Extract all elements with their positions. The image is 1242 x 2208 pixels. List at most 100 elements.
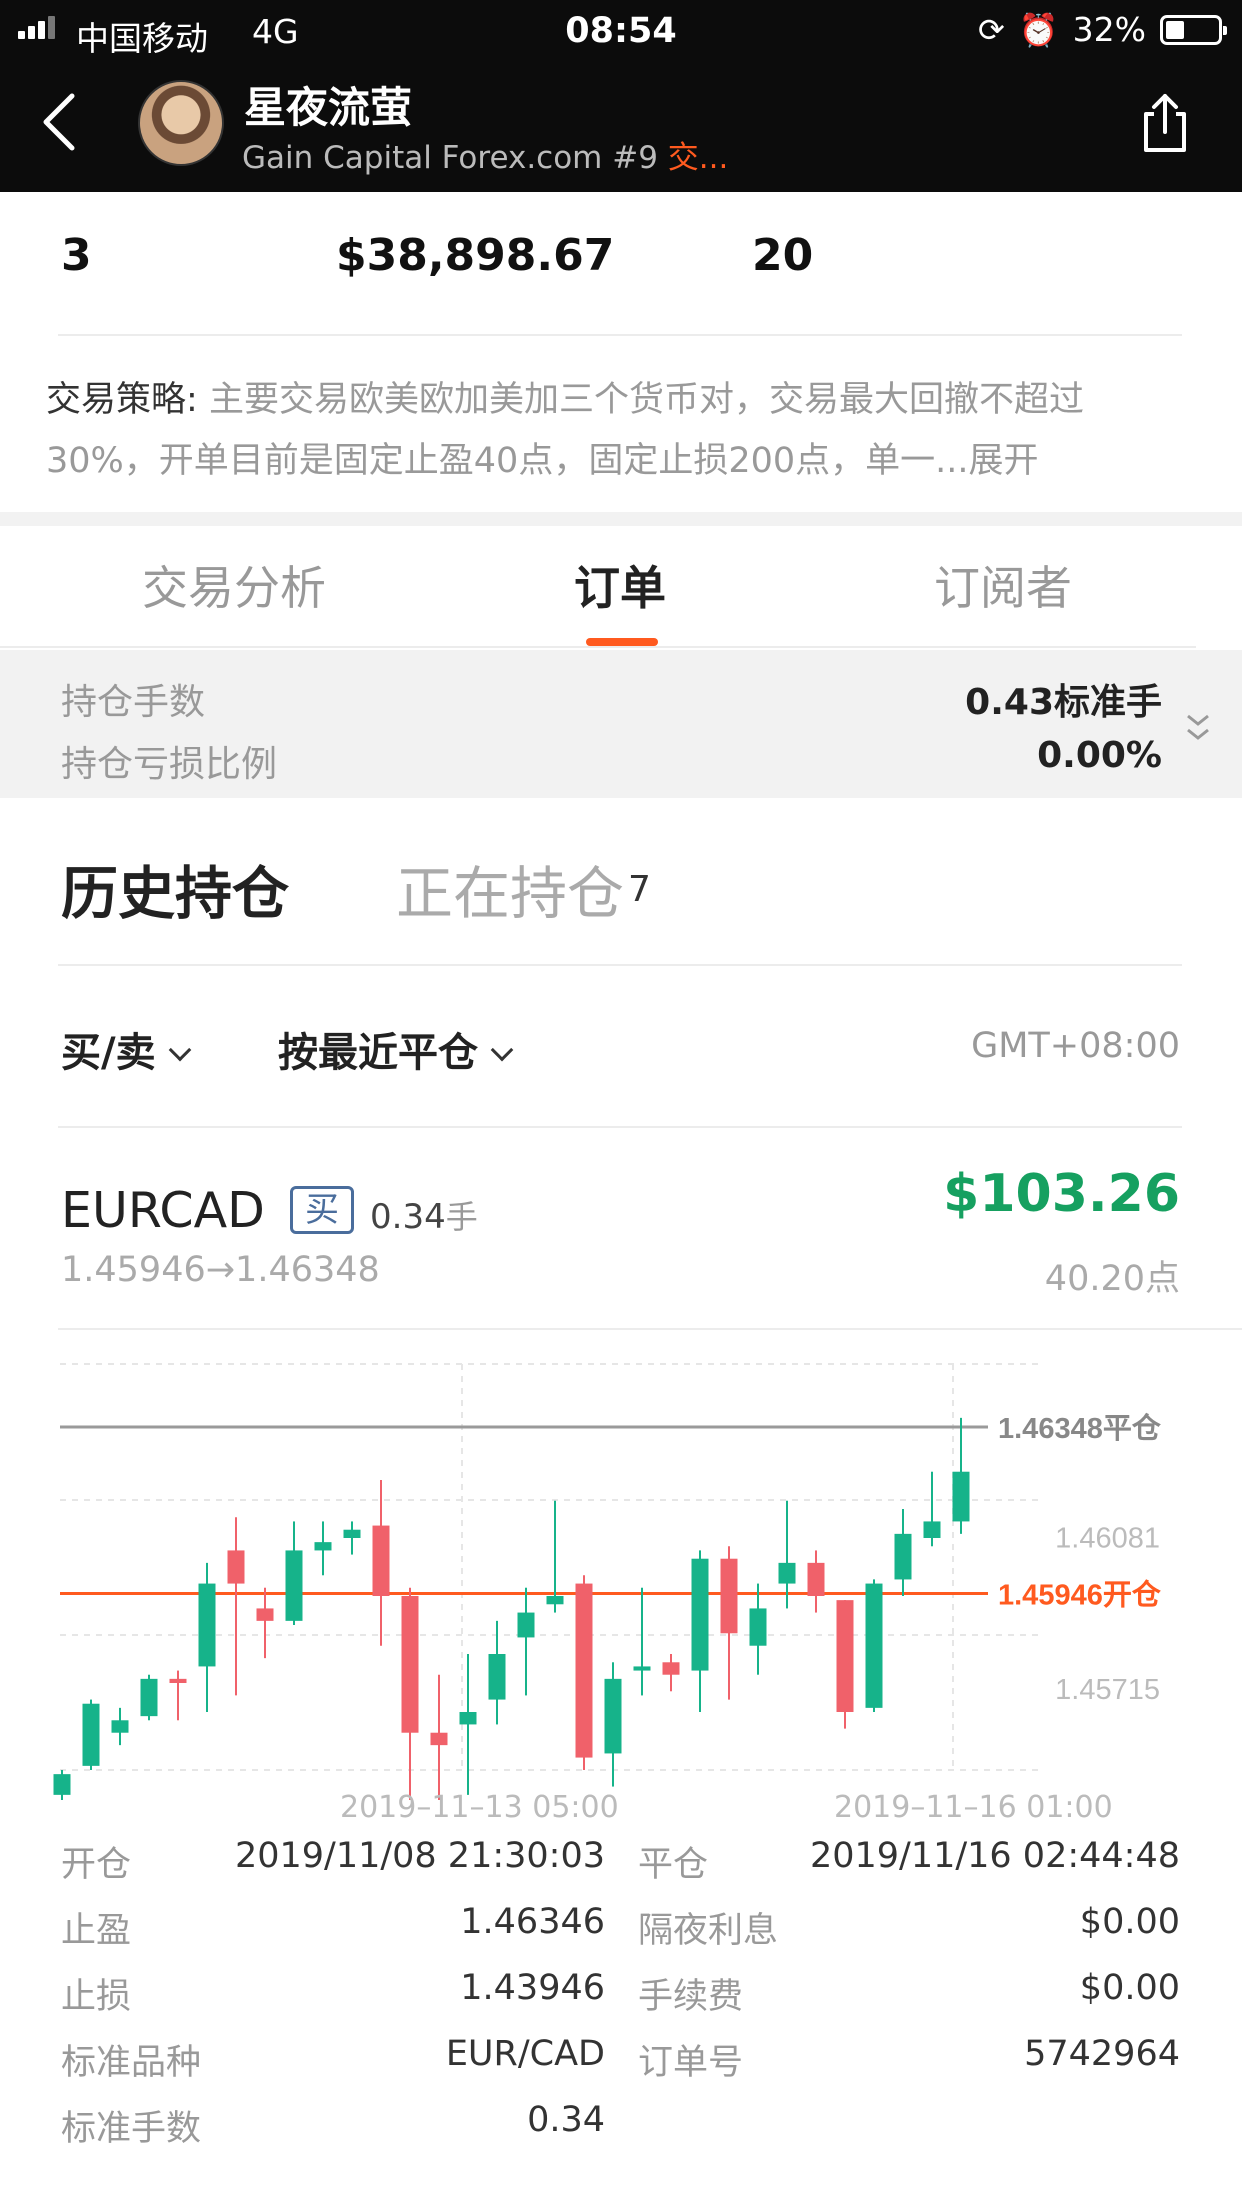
candle-up bbox=[517, 1612, 535, 1638]
chevron-down-icon bbox=[168, 1038, 191, 1062]
alarm-icon: ⏰ bbox=[1018, 10, 1059, 49]
reference-line-label: 1.46348平仓 bbox=[998, 1412, 1162, 1445]
trader-name: 星夜流萤 bbox=[244, 83, 413, 132]
order-points: 40.20点 bbox=[1044, 1259, 1180, 1299]
side-filter[interactable]: 买/卖 bbox=[61, 1020, 191, 1078]
divider bbox=[58, 1126, 1182, 1128]
rotation-lock-icon: ⟳ bbox=[977, 10, 1005, 49]
tab-subscribers[interactable]: 订阅者 bbox=[934, 552, 1072, 618]
status-bar: 中国移动 4G 08:54 ⟳ ⏰ 32% bbox=[0, 0, 1242, 62]
candle-down bbox=[662, 1662, 680, 1675]
stat-value: 20 bbox=[752, 230, 814, 281]
tab-orders[interactable]: 订单 bbox=[574, 552, 666, 618]
chevron-down-icon bbox=[490, 1038, 514, 1062]
detail-value: $0.00 bbox=[1079, 1968, 1180, 2008]
candle-down bbox=[807, 1562, 825, 1596]
side-badge: 买 bbox=[290, 1186, 354, 1234]
candle-up bbox=[894, 1533, 912, 1580]
detail-label: 止损 bbox=[61, 1977, 132, 2017]
divider bbox=[58, 964, 1182, 966]
candle-up bbox=[633, 1666, 651, 1671]
candle-up bbox=[749, 1608, 767, 1646]
candle-up bbox=[546, 1596, 564, 1605]
lots-value: 0.34 bbox=[370, 1197, 446, 1237]
x-tick-label: 2019–11–16 01:00 bbox=[834, 1790, 1113, 1825]
reference-line-label: 1.45946开仓 bbox=[998, 1579, 1162, 1612]
summary-value: 0.00% bbox=[1037, 735, 1162, 776]
candle-up bbox=[285, 1550, 303, 1621]
account-name: Gain Capital Forex.com #9 bbox=[242, 140, 658, 176]
detail-value: 5742964 bbox=[1024, 2034, 1180, 2074]
strategy-text: 交易策略: 主要交易欧美欧加美加三个货币对，交易最大回撤不超过30%，开单目前是… bbox=[46, 370, 1186, 492]
tab-open-label: 正在持仓 bbox=[396, 861, 624, 927]
detail-label: 订单号 bbox=[638, 2043, 744, 2083]
order-lots: 0.34手 bbox=[370, 1192, 478, 1238]
order-pnl: $103.26 bbox=[943, 1164, 1180, 1224]
open-count: 7 bbox=[628, 869, 651, 910]
detail-label: 平仓 bbox=[638, 1845, 709, 1885]
strategy-body: 主要交易欧美欧加美加三个货币对，交易最大回撤不超过30%，开单目前是固定止盈40… bbox=[46, 380, 1084, 481]
sort-filter-label: 按最近平仓 bbox=[278, 1030, 478, 1076]
candle-up bbox=[343, 1529, 361, 1538]
candle-up bbox=[865, 1583, 883, 1708]
expand-chevron-icon[interactable] bbox=[1184, 710, 1212, 746]
tab-indicator bbox=[586, 638, 658, 646]
share-icon[interactable] bbox=[1140, 92, 1190, 154]
summary-value: 0.43标准手 bbox=[965, 682, 1162, 723]
divider bbox=[0, 646, 1196, 648]
avatar[interactable] bbox=[138, 80, 224, 166]
candle-down bbox=[169, 1678, 187, 1683]
stat-value: 3 bbox=[61, 230, 92, 281]
candle-up bbox=[952, 1471, 970, 1522]
candle-up bbox=[604, 1678, 622, 1754]
candle-up bbox=[488, 1654, 506, 1700]
candle-up bbox=[53, 1774, 71, 1795]
candle-down bbox=[836, 1600, 854, 1712]
candle-down bbox=[430, 1732, 448, 1746]
candle-up bbox=[140, 1678, 158, 1717]
y-tick-label: 1.46081 bbox=[1055, 1523, 1160, 1555]
top-bar: 中国移动 4G 08:54 ⟳ ⏰ 32% 星夜流萤 Gain Capital … bbox=[0, 0, 1242, 192]
detail-value: 0.34 bbox=[527, 2100, 605, 2140]
price-range: 1.45946→1.46348 bbox=[61, 1250, 380, 1290]
summary-label: 持仓手数 bbox=[61, 682, 206, 723]
side-filter-label: 买/卖 bbox=[61, 1030, 156, 1076]
candle-up bbox=[778, 1562, 796, 1584]
strategy-label: 交易策略: bbox=[46, 380, 198, 420]
expand-link[interactable]: 展开 bbox=[969, 441, 1039, 481]
tab-history-positions[interactable]: 历史持仓 bbox=[61, 848, 289, 930]
candle-down bbox=[256, 1608, 274, 1621]
detail-value: EUR/CAD bbox=[445, 2034, 605, 2074]
detail-value: 1.46346 bbox=[460, 1902, 605, 1942]
candlestick-chart: 1.46348平仓 1.45946开仓 1.46081 1.45715 bbox=[53, 1363, 1162, 1800]
x-tick-label: 2019–11–13 05:00 bbox=[340, 1790, 619, 1825]
section-gap bbox=[0, 512, 1242, 526]
detail-label: 标准品种 bbox=[61, 2043, 202, 2083]
summary-label: 持仓亏损比例 bbox=[61, 744, 278, 785]
candle-up bbox=[691, 1558, 709, 1671]
tab-open-positions[interactable]: 正在持仓 7 bbox=[396, 848, 651, 930]
detail-label: 隔夜利息 bbox=[638, 1911, 779, 1951]
detail-label: 标准手数 bbox=[61, 2109, 202, 2149]
candle-down bbox=[575, 1583, 593, 1758]
tab-analysis[interactable]: 交易分析 bbox=[142, 552, 326, 618]
candle-down bbox=[401, 1596, 419, 1733]
candle-up bbox=[111, 1720, 129, 1733]
back-icon[interactable] bbox=[40, 92, 80, 152]
battery-percent: 32% bbox=[1072, 10, 1146, 49]
candle-down bbox=[227, 1550, 245, 1584]
detail-label: 止盈 bbox=[61, 1911, 132, 1951]
detail-value: $0.00 bbox=[1079, 1902, 1180, 1942]
timezone-label: GMT+08:00 bbox=[971, 1026, 1180, 1066]
battery-icon bbox=[1160, 14, 1227, 45]
lots-unit: 手 bbox=[445, 1198, 478, 1236]
detail-value: 2019/11/16 02:44:48 bbox=[809, 1836, 1180, 1876]
candle-up bbox=[459, 1712, 477, 1725]
sort-filter[interactable]: 按最近平仓 bbox=[278, 1020, 514, 1078]
candle-up bbox=[923, 1521, 941, 1538]
detail-label: 开仓 bbox=[61, 1845, 132, 1885]
order-symbol: EURCAD bbox=[61, 1182, 265, 1239]
trader-account: Gain Capital Forex.com #9 交... bbox=[242, 132, 728, 177]
candle-down bbox=[372, 1525, 390, 1596]
divider bbox=[58, 334, 1182, 336]
